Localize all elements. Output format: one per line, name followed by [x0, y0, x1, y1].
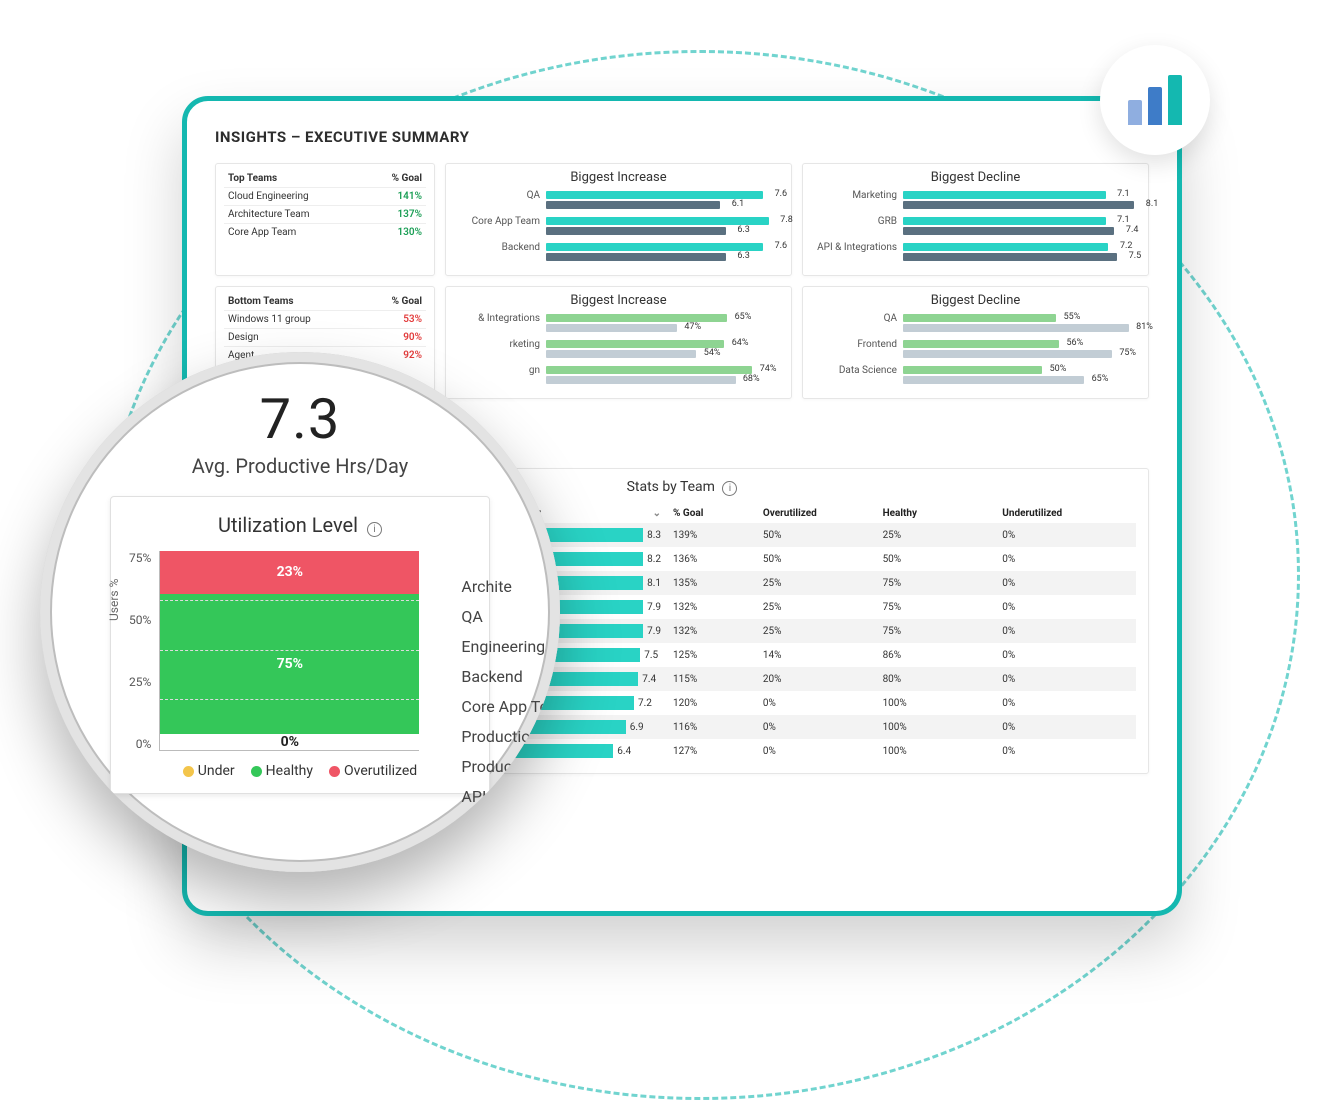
segment-healthy: 75%: [160, 594, 419, 734]
table-row[interactable]: Windows 11 group53%: [224, 311, 426, 329]
col-healthy[interactable]: Healthy: [877, 504, 997, 523]
avg-hrs-label: Avg. Productive Hrs/Day: [192, 454, 408, 478]
chevron-down-icon: ⌄: [653, 508, 661, 519]
chart-row: API & Integrations7.27.5: [811, 243, 1140, 263]
table-row[interactable]: Cloud Engineering141%: [224, 188, 426, 206]
table-row[interactable]: Core App Team130%: [224, 224, 426, 241]
page-title: INSIGHTS – EXECUTIVE SUMMARY: [215, 128, 469, 146]
chart-row: QA7.66.1: [454, 191, 783, 211]
chart-title: Biggest Increase: [454, 293, 783, 308]
bottom-teams-goal-header: % Goal: [392, 296, 422, 307]
magnifier-lens: 7.3 Avg. Productive Hrs/Day Utilization …: [40, 352, 560, 872]
biggest-decline-card-2: Biggest Decline QA55%81% Frontend56%75% Da…: [802, 286, 1149, 399]
biggest-decline-card-1: Biggest Decline Marketing7.18.1 GRB7.17.4…: [802, 163, 1149, 276]
avg-hrs-value: 7.3: [260, 386, 341, 452]
chart-row: Core App Team7.86.3: [454, 217, 783, 237]
chart-title: Biggest Increase: [454, 170, 783, 185]
col-over[interactable]: Overutilized: [757, 504, 877, 523]
chart-row: rketing64%54%: [454, 340, 783, 360]
chart-title: Biggest Decline: [811, 293, 1140, 308]
chart-title: Biggest Decline: [811, 170, 1140, 185]
top-teams-goal-header: % Goal: [392, 173, 422, 184]
utilization-level-card: Utilization Level i Users % 75% 50% 25% …: [110, 496, 490, 794]
utilization-title: Utilization Level: [218, 513, 358, 537]
utilization-legend: Under Healthy Overutilized: [129, 763, 471, 779]
utilization-stack-chart: 0% 75% 23%: [159, 551, 419, 751]
bottom-teams-header: Bottom Teams: [228, 296, 294, 307]
chart-row: Data Science50%65%: [811, 366, 1140, 386]
info-icon[interactable]: i: [367, 522, 382, 537]
chart-row: gn74%68%: [454, 366, 783, 386]
util-y-axis: Users % 75% 50% 25% 0%: [129, 551, 159, 751]
lens-team-list-peek: ArchiteQAEngineeringBackendCore App TePr…: [461, 572, 548, 872]
chart-row: Marketing7.18.1: [811, 191, 1140, 211]
y-axis-label: Users %: [107, 579, 121, 621]
info-icon[interactable]: i: [722, 481, 737, 496]
stats-title: Stats by Team: [627, 479, 715, 495]
segment-under: 0%: [160, 734, 419, 750]
segment-over: 23%: [160, 551, 419, 594]
window-header: INSIGHTS – EXECUTIVE SUMMARY U: [215, 125, 1149, 149]
biggest-increase-card-1: Biggest Increase QA7.66.1 Core App Team7.…: [445, 163, 792, 276]
chart-row: QA55%81%: [811, 314, 1140, 334]
table-row[interactable]: Architecture Team137%: [224, 206, 426, 224]
bar-chart-icon: [1100, 45, 1210, 155]
chart-row: Frontend56%75%: [811, 340, 1140, 360]
top-teams-header: Top Teams: [228, 173, 277, 184]
chart-row: & Integrations65%47%: [454, 314, 783, 334]
table-row[interactable]: Design90%: [224, 329, 426, 347]
biggest-increase-card-2: Biggest Increase & Integrations65%47% rke…: [445, 286, 792, 399]
col-under[interactable]: Underutilized: [996, 504, 1136, 523]
top-teams-card: Top Teams % Goal Cloud Engineering141%Ar…: [215, 163, 435, 276]
col-pctgoal[interactable]: % Goal: [667, 504, 757, 523]
chart-row: Backend7.66.3: [454, 243, 783, 263]
chart-row: GRB7.17.4: [811, 217, 1140, 237]
